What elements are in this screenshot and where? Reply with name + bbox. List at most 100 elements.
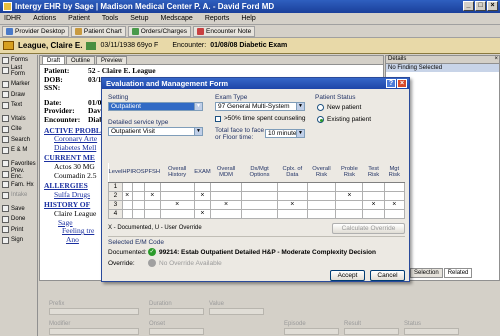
close-window-button[interactable]: × [487, 1, 498, 11]
new-patient-radio[interactable] [317, 104, 324, 111]
help-button[interactable]: ? [386, 79, 396, 88]
maximize-button[interactable]: □ [475, 1, 486, 11]
duration-field[interactable] [149, 308, 204, 315]
sidebar-item-sign[interactable]: Sign [0, 235, 37, 246]
grid-cell[interactable] [193, 199, 212, 210]
sidebar-item-draw[interactable]: Draw [0, 90, 37, 101]
grid-cell[interactable] [210, 181, 242, 192]
status-field[interactable] [404, 328, 459, 335]
grid-cell[interactable] [306, 181, 337, 192]
grid-cell[interactable] [277, 181, 308, 192]
prefix-field[interactable] [49, 308, 139, 315]
sidebar-item-e-and-m[interactable]: E & M [0, 145, 37, 156]
modifier-field[interactable] [49, 328, 139, 335]
grid-cell[interactable] [210, 190, 242, 201]
service-type-select[interactable]: Outpatient Visit ▼ [108, 127, 203, 136]
grid-cell[interactable] [383, 181, 406, 192]
patient-name[interactable]: League, Claire E. [18, 41, 82, 50]
sidebar-item-fam-hx[interactable]: Fam. Hx [0, 180, 37, 191]
grid-cell[interactable]: × [144, 190, 161, 201]
menu-help[interactable]: Help [241, 15, 255, 22]
grid-cell[interactable] [277, 190, 308, 201]
cancel-button[interactable]: Cancel [370, 270, 405, 281]
grid-cell[interactable]: × [362, 199, 385, 210]
grid-cell[interactable]: × [277, 199, 308, 210]
grid-cell[interactable]: × [193, 208, 212, 219]
menu-tools[interactable]: Tools [102, 15, 118, 22]
menu-setup[interactable]: Setup [130, 15, 148, 22]
grid-cell[interactable] [159, 190, 195, 201]
grid-cell[interactable] [362, 190, 385, 201]
grid-cell[interactable] [144, 208, 161, 219]
grid-cell[interactable] [131, 181, 146, 192]
grid-cell[interactable]: × [121, 190, 133, 201]
grid-cell[interactable] [362, 181, 385, 192]
sidebar-item-prev-enc[interactable]: Prev. Enc. [0, 168, 37, 180]
grid-cell[interactable] [131, 190, 146, 201]
existing-patient-radio[interactable] [317, 116, 324, 123]
orders-charges-button[interactable]: Orders/Charges [127, 25, 192, 37]
grid-cell[interactable] [121, 199, 133, 210]
sidebar-item-last-form[interactable]: Last Form [0, 65, 37, 77]
sidebar-item-save[interactable]: Save [0, 204, 37, 215]
grid-cell[interactable] [121, 208, 133, 219]
folder-icon[interactable] [3, 41, 14, 50]
encounter-value[interactable]: 01/08/08 Diabetic Exam [210, 42, 287, 49]
grid-cell[interactable] [362, 208, 385, 219]
grid-cell[interactable]: × [383, 199, 406, 210]
face-time-select[interactable]: 10 minutes ▼ [265, 129, 305, 138]
sidebar-item-search[interactable]: Search [0, 135, 37, 146]
menu-idhr[interactable]: IDHR [4, 15, 21, 22]
onset-field[interactable] [149, 328, 204, 335]
sidebar-item-intake[interactable]: Intake [0, 190, 37, 201]
setting-select[interactable]: Outpatient ▼ [108, 102, 203, 111]
sidebar-item-print[interactable]: Print [0, 225, 37, 236]
accept-button[interactable]: Accept [330, 270, 365, 281]
sidebar-item-cite[interactable]: Cite [0, 124, 37, 135]
counseling-checkbox[interactable] [215, 116, 221, 122]
grid-cell[interactable] [131, 199, 146, 210]
grid-cell[interactable] [383, 190, 406, 201]
grid-cell[interactable] [193, 181, 212, 192]
grid-cell[interactable] [210, 208, 242, 219]
tab-selection[interactable]: Selection [410, 268, 443, 278]
patient-chart-button[interactable]: Patient Chart [70, 25, 126, 37]
grid-cell[interactable]: × [335, 190, 364, 201]
grid-cell[interactable] [306, 190, 337, 201]
grid-cell[interactable] [144, 181, 161, 192]
grid-cell[interactable] [383, 208, 406, 219]
sidebar-item-marker[interactable]: Marker [0, 79, 37, 90]
menu-medscape[interactable]: Medscape [161, 15, 193, 22]
grid-cell[interactable] [240, 181, 279, 192]
sidebar-item-text[interactable]: Text [0, 100, 37, 111]
grid-cell[interactable] [240, 190, 279, 201]
tab-preview[interactable]: Preview [96, 56, 128, 64]
menu-actions[interactable]: Actions [33, 15, 56, 22]
grid-cell[interactable] [306, 199, 337, 210]
exam-type-select[interactable]: 97 General Multi-System ▼ [215, 102, 305, 111]
grid-cell[interactable] [335, 208, 364, 219]
grid-cell[interactable]: × [159, 199, 195, 210]
grid-cell[interactable] [121, 181, 133, 192]
minimize-button[interactable]: _ [463, 1, 474, 11]
grid-cell[interactable] [335, 199, 364, 210]
grid-cell[interactable] [144, 199, 161, 210]
episode-field[interactable] [284, 328, 339, 335]
close-icon[interactable]: × [494, 56, 498, 63]
calculate-override-button[interactable]: Calculate Override [332, 223, 405, 234]
grid-cell[interactable] [159, 208, 195, 219]
tab-outline[interactable]: Outline [66, 56, 96, 64]
encounter-note-button[interactable]: Encounter Note [193, 25, 256, 37]
menu-patient[interactable]: Patient [68, 15, 90, 22]
result-field[interactable] [344, 328, 399, 335]
tab-related[interactable]: Related [443, 268, 473, 278]
grid-cell[interactable] [306, 208, 337, 219]
value-field[interactable] [209, 308, 264, 315]
grid-cell[interactable]: × [193, 190, 212, 201]
provider-desktop-button[interactable]: Provider Desktop [2, 25, 69, 37]
tab-draft[interactable]: Draft [42, 56, 66, 64]
grid-cell[interactable] [240, 208, 279, 219]
grid-cell[interactable] [131, 208, 146, 219]
grid-cell[interactable] [240, 199, 279, 210]
dialog-close-button[interactable]: × [397, 79, 407, 88]
